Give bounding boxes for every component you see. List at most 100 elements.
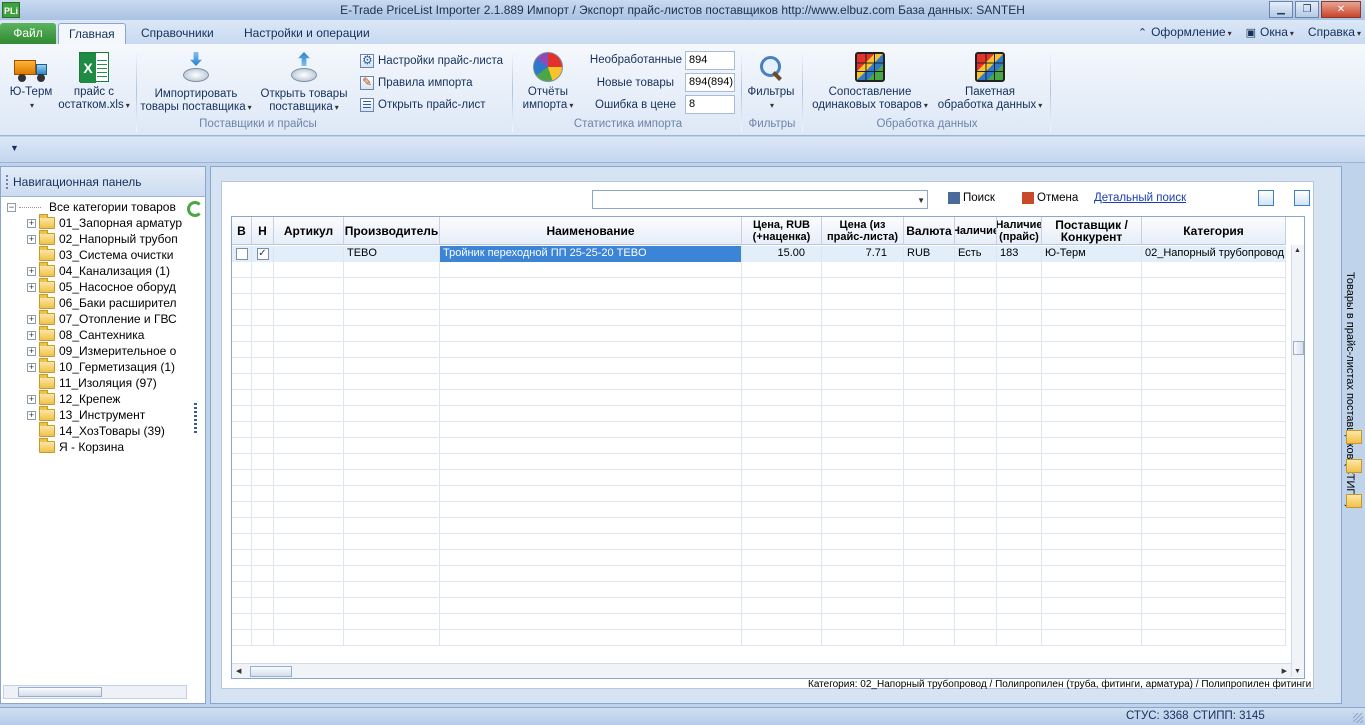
cell-manufacturer[interactable] bbox=[344, 422, 440, 438]
table-row[interactable] bbox=[232, 582, 1286, 598]
advanced-search-link[interactable]: Детальный поиск bbox=[1094, 192, 1186, 204]
menu-appearance[interactable]: ⌃ Оформление ▾ bbox=[1138, 25, 1232, 39]
cell-price-markup[interactable] bbox=[742, 342, 822, 358]
cell-category[interactable] bbox=[1142, 278, 1286, 294]
cell-v[interactable] bbox=[232, 262, 252, 278]
cell-availability[interactable] bbox=[955, 470, 997, 486]
cell-category[interactable] bbox=[1142, 454, 1286, 470]
cell-price-list[interactable] bbox=[822, 470, 904, 486]
cell-n[interactable] bbox=[252, 278, 274, 294]
cell-n[interactable] bbox=[252, 358, 274, 374]
tab-settings-operations[interactable]: Настройки и операции bbox=[234, 23, 380, 44]
cell-price-list[interactable] bbox=[822, 342, 904, 358]
cell-n[interactable] bbox=[252, 470, 274, 486]
cell-availability[interactable] bbox=[955, 630, 997, 646]
scroll-right-icon[interactable]: ▶ bbox=[1282, 667, 1287, 675]
close-button[interactable]: ✕ bbox=[1321, 1, 1361, 18]
cell-name[interactable] bbox=[440, 310, 742, 326]
cell-name[interactable] bbox=[440, 598, 742, 614]
cell-v[interactable] bbox=[232, 502, 252, 518]
cell-currency[interactable] bbox=[904, 454, 955, 470]
cell-availability-price[interactable] bbox=[997, 454, 1042, 470]
cell-price-markup[interactable] bbox=[742, 390, 822, 406]
cell-currency[interactable] bbox=[904, 470, 955, 486]
cell-article[interactable] bbox=[274, 534, 344, 550]
cell-manufacturer[interactable] bbox=[344, 486, 440, 502]
cell-n[interactable] bbox=[252, 502, 274, 518]
header-col-manufacturer[interactable]: Производитель bbox=[344, 217, 440, 245]
table-row[interactable] bbox=[232, 470, 1286, 486]
price-list-settings-button[interactable]: Настройки прайс-листа bbox=[360, 53, 503, 69]
table-row[interactable] bbox=[232, 294, 1286, 310]
cell-availability[interactable] bbox=[955, 438, 997, 454]
cancel-search-button[interactable]: Отмена bbox=[1022, 192, 1078, 204]
cell-n[interactable] bbox=[252, 294, 274, 310]
header-col-availability[interactable]: Наличие bbox=[955, 217, 997, 245]
cell-price-list[interactable] bbox=[822, 310, 904, 326]
cell-price-list[interactable] bbox=[822, 502, 904, 518]
cell-availability[interactable] bbox=[955, 518, 997, 534]
cell-name[interactable] bbox=[440, 326, 742, 342]
table-row[interactable] bbox=[232, 326, 1286, 342]
cell-currency[interactable] bbox=[904, 406, 955, 422]
cell-category[interactable] bbox=[1142, 374, 1286, 390]
cell-availability-price[interactable] bbox=[997, 262, 1042, 278]
cell-manufacturer[interactable] bbox=[344, 502, 440, 518]
cell-v[interactable] bbox=[232, 342, 252, 358]
cell-availability[interactable] bbox=[955, 502, 997, 518]
cell-v[interactable] bbox=[232, 278, 252, 294]
cell-manufacturer[interactable] bbox=[344, 470, 440, 486]
cell-name[interactable] bbox=[440, 518, 742, 534]
header-col-name[interactable]: Наименование bbox=[440, 217, 742, 245]
cell-manufacturer[interactable] bbox=[344, 278, 440, 294]
cell-price-markup[interactable] bbox=[742, 294, 822, 310]
cell-article[interactable] bbox=[274, 566, 344, 582]
collapse-icon[interactable]: − bbox=[7, 202, 16, 212]
cell-manufacturer[interactable] bbox=[344, 454, 440, 470]
cell-category[interactable] bbox=[1142, 342, 1286, 358]
cell-supplier[interactable] bbox=[1042, 422, 1142, 438]
cell-price-markup[interactable] bbox=[742, 438, 822, 454]
cell-price-markup[interactable] bbox=[742, 470, 822, 486]
cell-availability[interactable] bbox=[955, 534, 997, 550]
price-xls-button[interactable]: прайс с остатком.xls▾ bbox=[56, 52, 132, 112]
cell-manufacturer[interactable] bbox=[344, 262, 440, 278]
cell-price-markup[interactable]: 15.00 bbox=[742, 246, 822, 262]
table-row[interactable] bbox=[232, 502, 1286, 518]
table-row[interactable] bbox=[232, 390, 1286, 406]
cell-price-markup[interactable] bbox=[742, 630, 822, 646]
cell-price-list[interactable] bbox=[822, 278, 904, 294]
tree-item[interactable]: +11_Изоляция (97) bbox=[27, 374, 157, 391]
cell-supplier[interactable] bbox=[1042, 582, 1142, 598]
cell-manufacturer[interactable] bbox=[344, 566, 440, 582]
header-col-currency[interactable]: Валюта bbox=[904, 217, 955, 245]
cell-category[interactable] bbox=[1142, 630, 1286, 646]
cell-price-markup[interactable] bbox=[742, 598, 822, 614]
cell-availability-price[interactable] bbox=[997, 550, 1042, 566]
cell-price-list[interactable] bbox=[822, 614, 904, 630]
cell-price-list[interactable] bbox=[822, 518, 904, 534]
expand-icon[interactable]: + bbox=[27, 314, 36, 324]
cell-supplier[interactable] bbox=[1042, 550, 1142, 566]
refresh-icon[interactable] bbox=[187, 201, 203, 217]
cell-manufacturer[interactable] bbox=[344, 342, 440, 358]
table-row[interactable] bbox=[232, 342, 1286, 358]
cell-manufacturer[interactable] bbox=[344, 438, 440, 454]
cell-currency[interactable] bbox=[904, 566, 955, 582]
cell-article[interactable] bbox=[274, 342, 344, 358]
expand-icon[interactable]: + bbox=[27, 410, 36, 420]
cell-v[interactable] bbox=[232, 566, 252, 582]
cell-article[interactable] bbox=[274, 246, 344, 262]
import-rules-button[interactable]: Правила импорта bbox=[360, 75, 473, 91]
compare-goods-button[interactable]: Сопоставление одинаковых товаров ▾ bbox=[806, 52, 934, 112]
cell-availability-price[interactable] bbox=[997, 438, 1042, 454]
cell-n[interactable] bbox=[252, 406, 274, 422]
cell-availability-price[interactable] bbox=[997, 406, 1042, 422]
header-col-price-markup[interactable]: Цена, RUB (+наценка) bbox=[742, 217, 822, 245]
cell-currency[interactable] bbox=[904, 518, 955, 534]
cell-manufacturer[interactable] bbox=[344, 358, 440, 374]
table-row[interactable] bbox=[232, 598, 1286, 614]
cell-availability-price[interactable] bbox=[997, 422, 1042, 438]
cell-article[interactable] bbox=[274, 582, 344, 598]
cell-supplier[interactable] bbox=[1042, 262, 1142, 278]
